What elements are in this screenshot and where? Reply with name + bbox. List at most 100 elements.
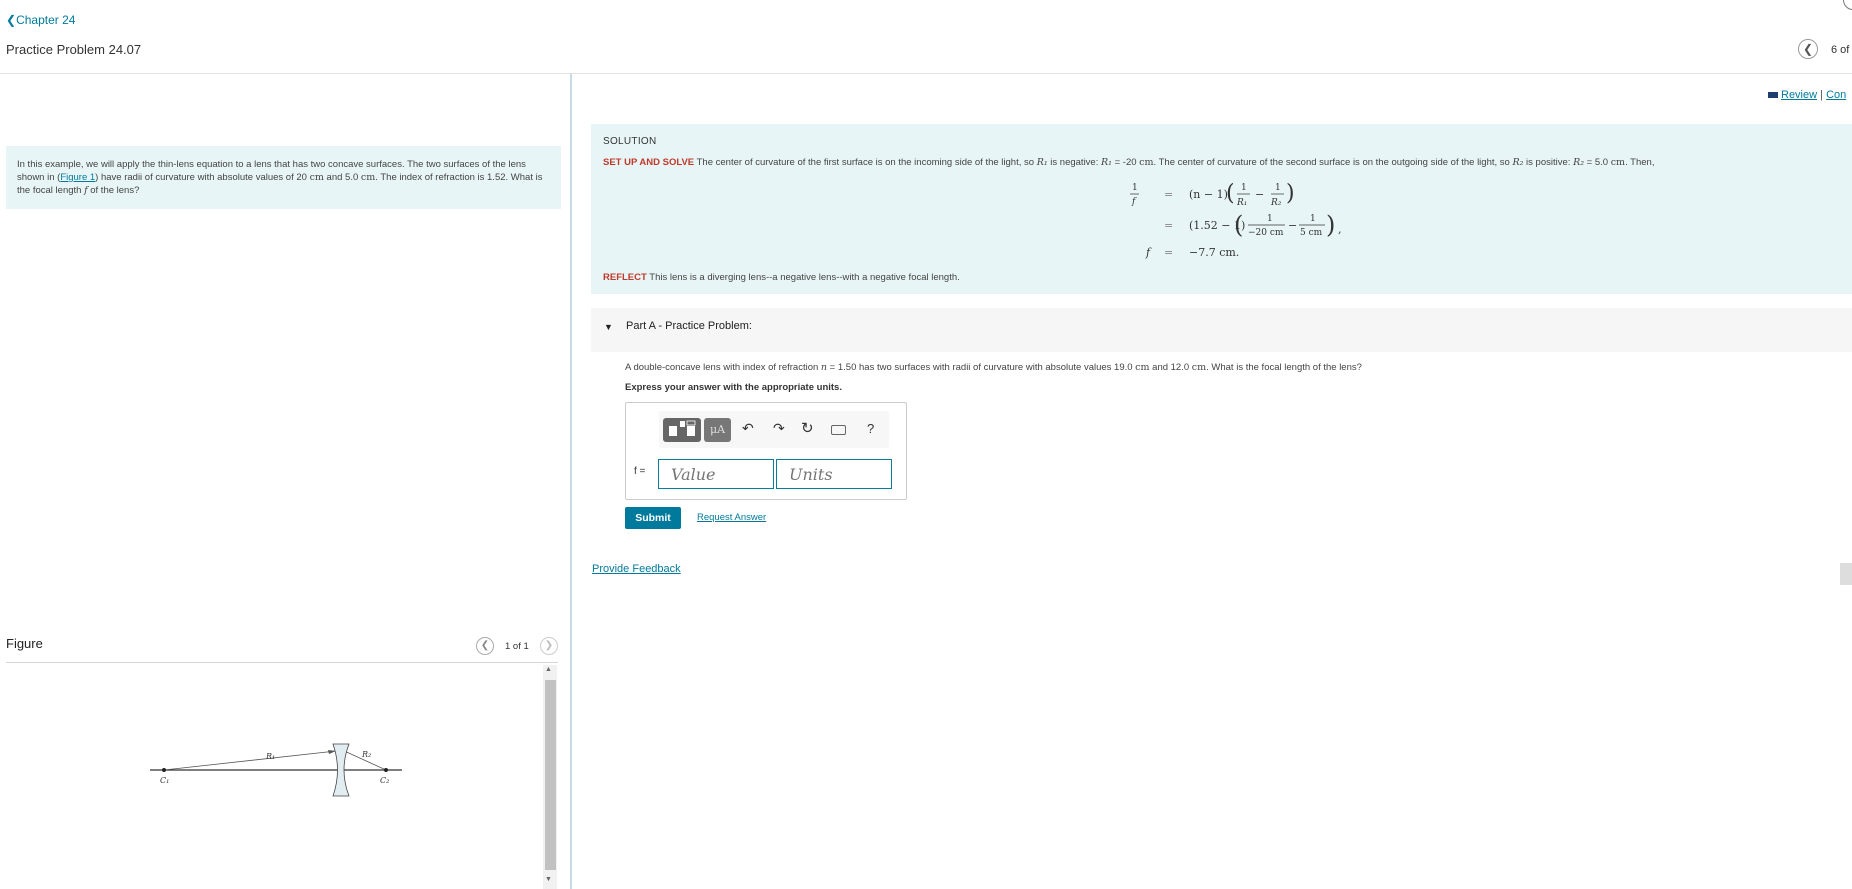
units-input[interactable] xyxy=(776,459,892,489)
side-panel-tab[interactable] xyxy=(1840,563,1852,585)
eq-den-5cm: 5 cm xyxy=(1300,228,1323,238)
submit-button[interactable]: Submit xyxy=(625,507,681,529)
eq-den-minus-20cm: −20 cm xyxy=(1248,228,1284,238)
label-c2: C₂ xyxy=(380,776,389,785)
center-c2-dot xyxy=(384,768,388,772)
radius-r1-line xyxy=(163,750,337,771)
reflect-text: REFLECT This lens is a diverging lens--a… xyxy=(603,272,960,283)
r1-symbol: R₁ xyxy=(1101,157,1112,168)
eq-denominator: f xyxy=(1131,197,1137,207)
page-title: Practice Problem 24.07 xyxy=(6,42,142,57)
undo-icon[interactable]: ↶ xyxy=(742,420,754,437)
part-a-question: A double-concave lens with index of refr… xyxy=(625,362,1362,373)
pane-divider[interactable] xyxy=(570,74,572,889)
label-r1: R₁ xyxy=(265,752,275,761)
figure-scrollbar-thumb[interactable] xyxy=(545,680,556,870)
item-counter: 6 of xyxy=(1831,44,1850,56)
solution-heading: SOLUTION xyxy=(603,136,657,147)
paren-close: ) xyxy=(1286,181,1295,206)
answer-variable-label: f = xyxy=(634,466,646,477)
eq-result: −7.7 cm. xyxy=(1189,246,1239,259)
chevron-left-icon: ❮ xyxy=(480,640,490,651)
label-r2: R₂ xyxy=(361,750,371,759)
templates-button[interactable] xyxy=(663,418,701,442)
chapter-back-link[interactable]: ❮Chapter 24 xyxy=(6,13,75,27)
reflect-body: This lens is a diverging lens--a negativ… xyxy=(646,272,960,283)
setup-text: . The center of curvature of the second … xyxy=(1153,157,1513,168)
answer-instruction: Express your answer with the appropriate… xyxy=(625,382,842,393)
figure-prev-button[interactable]: ❮ xyxy=(476,637,494,655)
problem-text: of the lens? xyxy=(87,185,140,196)
eq-numerator: 1 xyxy=(1267,214,1273,224)
question-text: A double-concave lens with index of refr… xyxy=(625,362,821,373)
question-text: = 1.50 has two surfaces with radii of cu… xyxy=(827,362,1136,373)
figure-link[interactable]: Figure 1 xyxy=(60,172,95,183)
review-link[interactable]: Review | Con xyxy=(1768,89,1846,101)
setup-text: . Then, xyxy=(1625,157,1655,168)
r1-symbol: R₁ xyxy=(1036,157,1048,168)
setup-text: The center of curvature of the first sur… xyxy=(694,157,1037,168)
scroll-up-arrow-icon[interactable]: ▲ xyxy=(545,666,552,673)
part-a-title[interactable]: Part A - Practice Problem: xyxy=(626,320,752,332)
provide-feedback-link[interactable]: Provide Feedback xyxy=(592,563,681,575)
eq-r2: R₂ xyxy=(1270,198,1282,208)
redo-icon[interactable]: ↷ xyxy=(773,420,785,437)
paren-open: ( xyxy=(1226,181,1235,206)
chevron-right-icon: ❯ xyxy=(544,640,554,651)
units-button[interactable]: μA xyxy=(704,418,731,442)
r2-symbol: R₂ xyxy=(1573,157,1585,168)
eq-sign: = xyxy=(1164,219,1173,232)
keyboard-icon[interactable] xyxy=(831,425,846,435)
collapse-triangle-icon[interactable]: ▼ xyxy=(604,322,613,332)
problem-text: and 5.0 xyxy=(323,172,361,183)
figure-counter: 1 of 1 xyxy=(505,641,529,652)
top-right-control[interactable] xyxy=(1843,0,1852,10)
eq-numerator: 1 xyxy=(1275,183,1281,193)
header-divider xyxy=(0,73,1852,74)
previous-item-button[interactable]: ❮ xyxy=(1798,39,1818,59)
eq-r1: R₁ xyxy=(1236,198,1247,208)
center-c1-dot xyxy=(162,768,166,772)
figure-title: Figure xyxy=(6,636,43,651)
reflect-label: REFLECT xyxy=(603,272,647,283)
eq-numerator: 1 xyxy=(1241,183,1247,193)
reset-icon[interactable]: ↻ xyxy=(801,419,814,437)
setup-text: = 5.0 xyxy=(1584,157,1611,168)
lens-diagram: R₁ R₂ C₁ C₂ xyxy=(150,743,402,797)
templates-icon xyxy=(669,420,696,436)
unit-cm: cm xyxy=(1135,362,1150,373)
constants-link[interactable]: Con xyxy=(1826,89,1846,101)
setup-text: is negative: xyxy=(1047,157,1101,168)
request-answer-link[interactable]: Request Answer xyxy=(697,512,766,523)
eq-numerator: 1 xyxy=(1132,183,1138,193)
chapter-link-label: Chapter 24 xyxy=(16,13,76,27)
question-text: and 12.0 xyxy=(1149,362,1192,373)
chevron-left-icon: ❮ xyxy=(6,13,17,27)
unit-cm: cm xyxy=(360,172,376,183)
scroll-down-arrow-icon[interactable]: ▼ xyxy=(545,876,552,883)
review-label: Review xyxy=(1781,89,1818,101)
eq-minus: − xyxy=(1288,219,1297,232)
eq-minus: − xyxy=(1255,188,1264,201)
setup-label: SET UP AND SOLVE xyxy=(603,157,695,168)
help-button[interactable]: ? xyxy=(867,421,874,436)
thin-lens-equation: 1 f = (n − 1) ( 1 R₁ − 1 R₂ ) = (1.52 − … xyxy=(1130,181,1342,259)
eq-n-minus-1: (n − 1) xyxy=(1189,188,1228,201)
setup-and-solve-text: SET UP AND SOLVE The center of curvature… xyxy=(603,157,1654,168)
eq-sign: = xyxy=(1164,246,1173,259)
paren-close: ) xyxy=(1326,211,1335,239)
unit-cm: cm xyxy=(1191,362,1207,373)
problem-statement: In this example, we will apply the thin-… xyxy=(6,146,561,209)
part-a-header[interactable] xyxy=(591,308,1852,352)
figure-divider xyxy=(6,662,558,663)
figure-next-button[interactable]: ❯ xyxy=(540,637,558,655)
question-text: . What is the focal length of the lens? xyxy=(1206,362,1362,373)
label-c1: C₁ xyxy=(160,776,169,785)
unit-cm: cm xyxy=(1139,157,1154,168)
chevron-left-icon: ❮ xyxy=(1802,42,1814,56)
eq-sign: = xyxy=(1164,188,1173,201)
problem-text: ) have radii of curvature with absolute … xyxy=(95,172,310,183)
review-separator: | xyxy=(1820,89,1823,101)
value-input[interactable] xyxy=(658,459,774,489)
setup-text: = -20 xyxy=(1111,157,1140,168)
